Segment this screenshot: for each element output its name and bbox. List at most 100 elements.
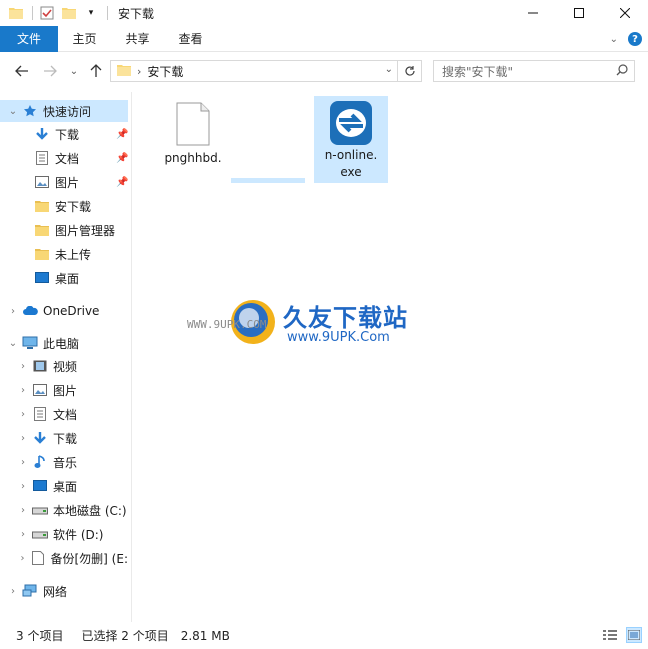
forward-button[interactable] (40, 61, 60, 81)
item-count: 3 个项目 (16, 629, 64, 643)
watermark-url-gray: WWW.9UPK.COM (187, 318, 267, 331)
selection-size: 2.81 MB (180, 628, 230, 643)
nav-pc-item[interactable]: › 下载 (0, 427, 128, 449)
back-button[interactable] (12, 61, 32, 81)
search-icon[interactable] (616, 64, 628, 79)
chevron-down-icon[interactable]: ⌄ (8, 338, 18, 349)
document-icon (32, 406, 48, 422)
chevron-right-icon[interactable]: › (18, 553, 27, 564)
close-button[interactable] (602, 0, 648, 26)
chevron-right-icon[interactable]: › (8, 306, 18, 317)
recent-locations-icon[interactable]: ⌄ (64, 61, 84, 81)
nav-label: 文档 (55, 151, 80, 166)
navigation-pane: ⌄ 快速访问 下载 📌 文档 📌 图片 📌 安下载 图片管理器 未上传 桌面 › OneDrive… (0, 92, 132, 622)
nav-pc-item[interactable]: › 本地磁盘 (C:) (0, 499, 128, 521)
chevron-down-icon[interactable]: ⌄ (385, 64, 393, 75)
nav-pc-item[interactable]: › 备份[勿删] (E: (0, 547, 128, 569)
breadcrumb-chevron-icon[interactable]: › (137, 65, 141, 78)
nav-quick-item[interactable]: 图片管理器 (0, 219, 128, 241)
file-name: n-online. exe (324, 148, 378, 179)
nav-quick-access[interactable]: ⌄ 快速访问 (0, 100, 128, 122)
breadcrumb-current[interactable]: 安下载 (147, 63, 183, 80)
chevron-right-icon[interactable]: › (18, 361, 28, 372)
document-icon (34, 150, 50, 166)
selection-count: 已选择 2 个项目 (81, 629, 169, 643)
title-bar: ▾ 安下载 (0, 0, 648, 26)
tab-file[interactable]: 文件 (0, 25, 58, 52)
nav-label: 本地磁盘 (C:) (53, 503, 127, 518)
folder-icon (34, 198, 50, 214)
customize-toolbar-icon[interactable]: ▾ (83, 5, 99, 21)
nav-pc-item[interactable]: › 图片 (0, 379, 128, 401)
drive-icon (32, 502, 48, 518)
maximize-button[interactable] (556, 0, 602, 26)
nav-label: 图片 (53, 383, 78, 398)
chevron-right-icon[interactable]: › (18, 481, 28, 492)
chevron-right-icon[interactable]: › (18, 409, 28, 420)
nav-pc-item[interactable]: › 音乐 (0, 451, 128, 473)
blank-file-icon (31, 550, 45, 566)
window-title: 安下载 (118, 6, 155, 21)
nav-quick-item[interactable]: 文档 📌 (0, 147, 128, 169)
nav-label: 软件 (D:) (53, 527, 104, 542)
search-input[interactable]: 搜索"安下载" (433, 60, 635, 82)
folder-icon[interactable] (8, 5, 24, 21)
nav-quick-item[interactable]: 未上传 (0, 243, 128, 265)
tab-share[interactable]: 共享 (111, 26, 164, 52)
nav-quick-item[interactable]: 图片 📌 (0, 171, 128, 193)
refresh-button[interactable] (398, 60, 422, 82)
chevron-down-icon[interactable]: ⌄ (8, 106, 18, 117)
nav-this-pc[interactable]: ⌄ 此电脑 (0, 332, 128, 354)
pin-icon[interactable]: 📌 (116, 129, 128, 140)
tab-home[interactable]: 主页 (58, 26, 111, 52)
details-view-icon[interactable] (602, 627, 618, 643)
view-switcher (602, 627, 642, 643)
nav-network[interactable]: › 网络 (0, 580, 128, 602)
nav-pc-item[interactable]: › 文档 (0, 403, 128, 425)
new-folder-icon[interactable] (61, 5, 77, 21)
expand-ribbon-icon[interactable]: ⌄ (610, 34, 618, 45)
pin-icon[interactable]: 📌 (116, 177, 128, 188)
nav-label: 备份[勿删] (E: (50, 551, 129, 566)
large-icons-view-icon[interactable] (626, 627, 642, 643)
nav-quick-item[interactable]: 桌面 (0, 267, 128, 289)
nav-label: 音乐 (53, 455, 78, 470)
nav-label: 快速访问 (43, 104, 92, 119)
nav-label: 安下载 (55, 199, 92, 214)
chevron-right-icon[interactable]: › (18, 457, 28, 468)
properties-icon[interactable] (39, 5, 55, 21)
up-button[interactable] (86, 61, 106, 81)
watermark-title: 久友下载站 (283, 304, 408, 332)
nav-label: 下载 (53, 431, 78, 446)
chevron-right-icon[interactable]: › (18, 433, 28, 444)
chevron-right-icon[interactable]: › (8, 586, 18, 597)
download-icon (34, 126, 50, 142)
nav-label: 图片管理器 (55, 223, 116, 238)
file-item[interactable]: pnghhbd. (155, 98, 231, 167)
nav-label: 网络 (43, 584, 68, 599)
nav-quick-item[interactable]: 下载 📌 (0, 123, 128, 145)
nav-label: 下载 (55, 127, 80, 142)
chevron-right-icon[interactable]: › (18, 385, 28, 396)
chevron-right-icon[interactable]: › (18, 505, 28, 516)
chevron-right-icon[interactable]: › (18, 529, 28, 540)
address-bar[interactable]: › 安下载 ⌄ (110, 60, 398, 82)
address-row: ⌄ › 安下载 ⌄ 搜索"安下载" (0, 52, 648, 90)
tab-view[interactable]: 查看 (164, 26, 217, 52)
nav-pc-item[interactable]: › 视频 (0, 355, 128, 377)
nav-pc-item[interactable]: › 软件 (D:) (0, 523, 128, 545)
help-icon[interactable]: ? (628, 32, 642, 46)
quick-access-toolbar: ▾ 安下载 (0, 0, 154, 26)
nav-label: 文档 (53, 407, 78, 422)
nav-quick-item[interactable]: 安下载 (0, 195, 128, 217)
watermark: WWW.9UPK.COM 久友下载站 www.9UPK.Com (187, 288, 435, 368)
drive-icon (32, 526, 48, 542)
minimize-button[interactable] (510, 0, 556, 26)
nav-label: 桌面 (55, 271, 80, 286)
desktop-icon (32, 478, 48, 494)
nav-onedrive[interactable]: › OneDrive (0, 300, 128, 322)
file-item-selected[interactable]: n-online. exe (314, 96, 388, 183)
folder-icon (34, 246, 50, 262)
nav-pc-item[interactable]: › 桌面 (0, 475, 128, 497)
pin-icon[interactable]: 📌 (116, 153, 128, 164)
